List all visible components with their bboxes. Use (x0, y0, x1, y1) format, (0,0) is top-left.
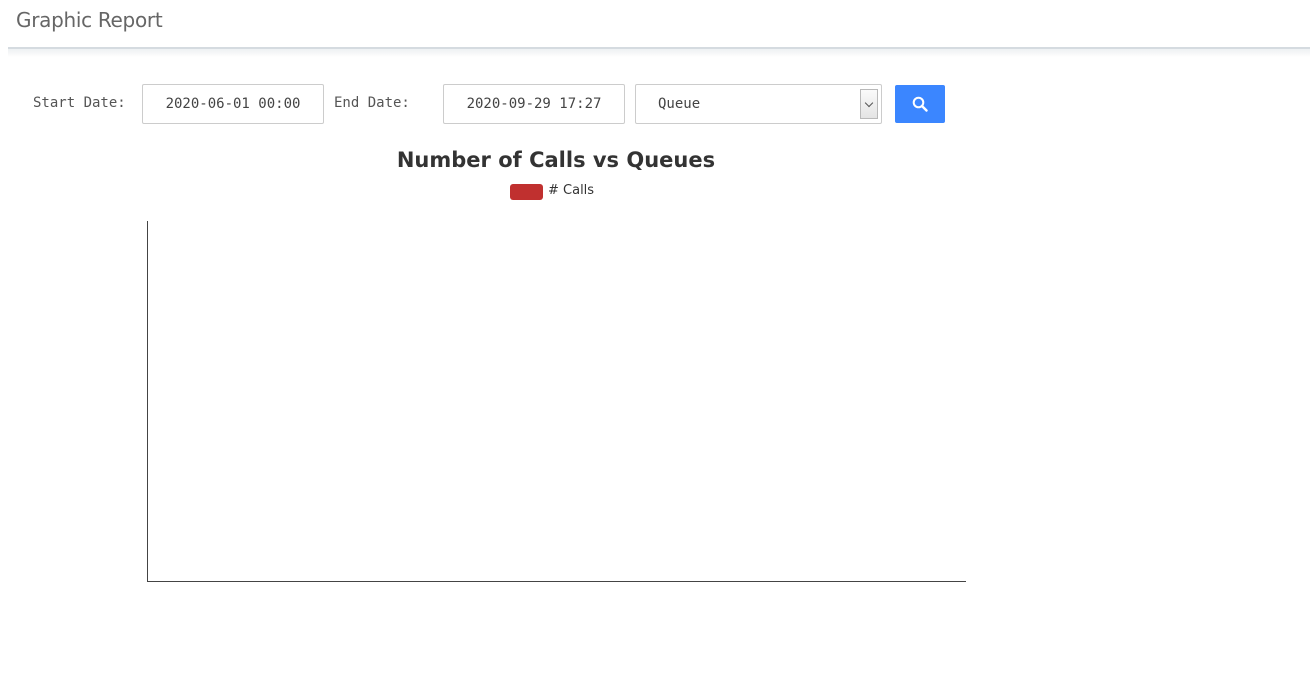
page-title: Graphic Report (16, 8, 163, 32)
header-divider (8, 47, 1310, 57)
chart-title: Number of Calls vs Queues (396, 148, 716, 172)
chevron-down-icon[interactable] (860, 89, 878, 119)
chart-x-axis (147, 581, 966, 582)
group-by-select[interactable]: Queue (635, 84, 882, 124)
start-date-input[interactable]: 2020-06-01 00:00 (142, 84, 324, 124)
end-date-label: End Date: (334, 95, 410, 111)
filter-bar: Start Date: 2020-06-01 00:00 End Date: 2… (0, 84, 1000, 124)
search-icon (912, 96, 928, 112)
search-button[interactable] (895, 85, 945, 123)
start-date-label: Start Date: (33, 95, 126, 111)
chart-y-axis (147, 221, 148, 582)
legend-label: # Calls (548, 183, 595, 198)
page-header: Graphic Report (0, 0, 1310, 57)
group-by-value: Queue (658, 96, 701, 112)
end-date-input[interactable]: 2020-09-29 17:27 (443, 84, 625, 124)
legend-swatch (510, 184, 543, 200)
